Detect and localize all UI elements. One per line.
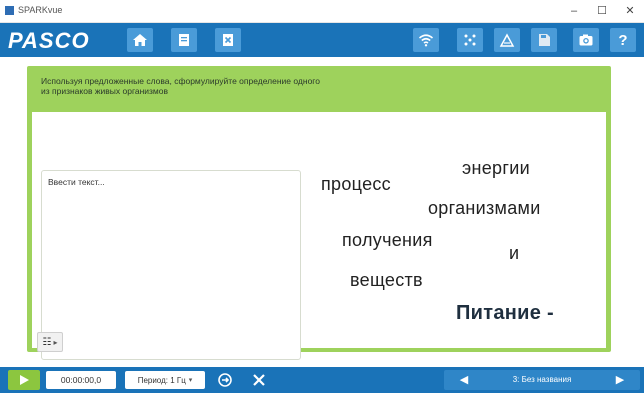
- word-pitanie[interactable]: Питание -: [456, 302, 554, 325]
- window-title-bar: SPARKvue – ☐ ✕: [0, 0, 644, 23]
- close-document-button[interactable]: [215, 28, 241, 52]
- camera-button[interactable]: [573, 28, 599, 52]
- close-doc-icon: [223, 34, 233, 46]
- sampling-options-button[interactable]: [214, 370, 236, 390]
- close-window-button[interactable]: ✕: [618, 3, 642, 19]
- answer-text-box[interactable]: Ввести текст...: [41, 170, 301, 360]
- main-toolbar: PASCO ?: [0, 23, 644, 57]
- window-title: SPARKvue: [18, 5, 63, 15]
- elapsed-time: 00:00:00,0: [46, 371, 116, 389]
- period-label: Период: 1 Гц: [137, 375, 186, 385]
- page-canvas: Ввести текст... энергии процесс организм…: [32, 112, 606, 360]
- pasco-logo: PASCO: [8, 28, 90, 53]
- wifi-icon: [418, 34, 434, 47]
- camera-icon: [579, 34, 593, 46]
- start-button[interactable]: [8, 370, 40, 390]
- tools-cross-button[interactable]: [248, 370, 270, 390]
- save-icon: [539, 34, 550, 46]
- home-button[interactable]: [127, 28, 153, 52]
- cross-tools-icon: [253, 374, 265, 386]
- expand-arrow-icon: ▸: [53, 337, 58, 347]
- text-placeholder: Ввести текст...: [48, 177, 105, 187]
- task-prompt: Используя предложенные слова, сформулиру…: [41, 76, 320, 96]
- sampling-period-select[interactable]: Период: 1 Гц ▾: [125, 371, 205, 389]
- app-icon: [5, 6, 14, 15]
- tools-button[interactable]: [494, 28, 520, 52]
- chevron-down-icon: ▾: [188, 377, 193, 384]
- word-process[interactable]: процесс: [321, 174, 391, 195]
- help-button[interactable]: ?: [610, 28, 636, 52]
- word-polucheniya[interactable]: получения: [342, 230, 433, 251]
- home-icon: [133, 34, 147, 46]
- arrow-circle-icon: [218, 373, 232, 387]
- sensors-button[interactable]: [457, 28, 483, 52]
- maximize-button[interactable]: ☐: [590, 3, 614, 19]
- wifi-button[interactable]: [413, 28, 439, 52]
- shape-icon: [499, 33, 515, 47]
- tool-palette-button[interactable]: ☷ ▸: [37, 332, 63, 352]
- checklist-icon: ☷: [42, 336, 52, 348]
- page-title[interactable]: 3: Без названия: [484, 375, 600, 384]
- page-button[interactable]: [171, 28, 197, 52]
- bottom-control-bar: 00:00:00,0 Период: 1 Гц ▾ ◀ 3: Без назва…: [0, 367, 644, 393]
- word-organizmami[interactable]: организмами: [428, 198, 541, 219]
- sensors-icon: [464, 34, 476, 46]
- page-frame: Используя предложенные слова, сформулиру…: [27, 66, 611, 360]
- minimize-button[interactable]: –: [562, 3, 586, 19]
- page-navigator: ◀ 3: Без названия ▶: [444, 370, 640, 390]
- word-veshchestv[interactable]: веществ: [350, 270, 423, 291]
- workspace: Используя предложенные слова, сформулиру…: [0, 58, 644, 366]
- help-icon: ?: [618, 31, 628, 49]
- play-icon: [20, 375, 29, 385]
- word-i[interactable]: и: [509, 243, 519, 264]
- previous-page-button[interactable]: ◀: [454, 373, 474, 387]
- word-energii[interactable]: энергии: [462, 158, 530, 179]
- next-page-button[interactable]: ▶: [610, 373, 630, 387]
- page-icon: [179, 34, 189, 46]
- save-button[interactable]: [531, 28, 557, 52]
